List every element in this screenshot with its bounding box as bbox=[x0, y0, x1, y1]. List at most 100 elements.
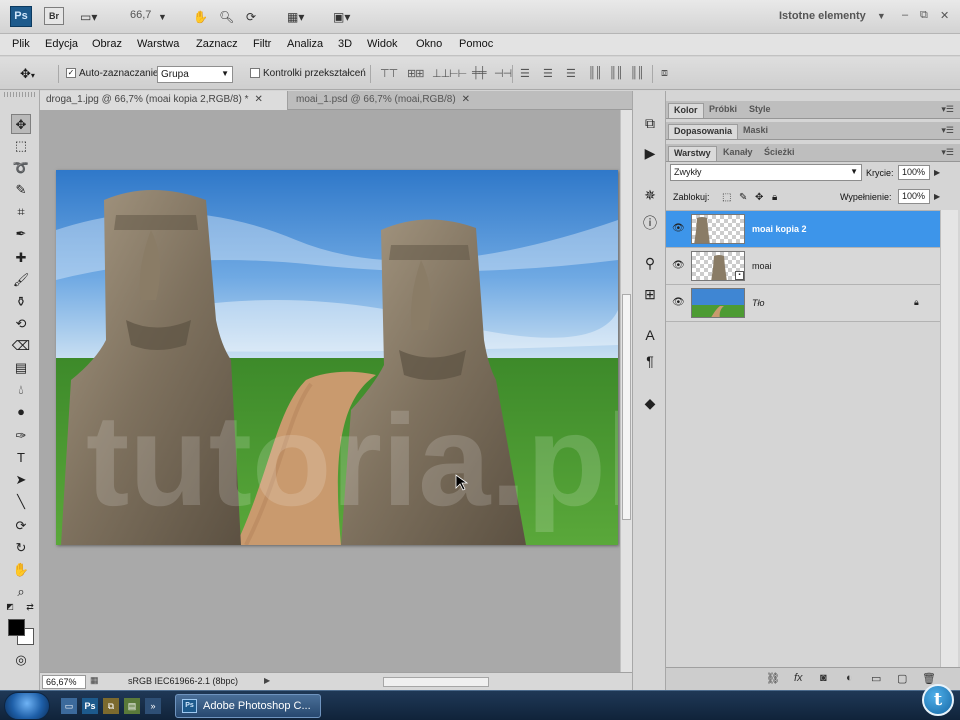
distribute-top-icon[interactable]: ☰ bbox=[520, 67, 530, 80]
menu-pomoc[interactable]: Pomoc bbox=[459, 38, 493, 50]
align-right-icon[interactable]: ⊣⊣ bbox=[494, 67, 512, 80]
healing-brush-tool-icon[interactable]: ✚ bbox=[11, 248, 31, 268]
menu-obraz[interactable]: Obraz bbox=[92, 38, 122, 50]
eye-icon[interactable]: 👁︎ bbox=[672, 223, 685, 234]
character-panel-icon[interactable]: A bbox=[640, 325, 660, 345]
eyedropper-tool-icon[interactable]: ✒ bbox=[11, 224, 31, 244]
3d-rotate-tool-icon[interactable]: ⟳ bbox=[11, 516, 31, 536]
brush-tool-icon[interactable]: 🖌︎ bbox=[11, 270, 31, 290]
quick-mask-icon[interactable]: ◎ bbox=[11, 650, 31, 670]
lock-all-icon[interactable]: 🔒︎ bbox=[772, 192, 777, 203]
menu-zaznacz[interactable]: Zaznacz bbox=[196, 38, 238, 50]
document-info-icon[interactable]: ▦ bbox=[90, 675, 99, 686]
blur-tool-icon[interactable]: 💧︎ bbox=[11, 380, 31, 400]
lasso-tool-icon[interactable]: ➰ bbox=[11, 158, 31, 178]
type-tool-icon[interactable]: T bbox=[11, 448, 31, 468]
menu-3d[interactable]: 3D bbox=[338, 38, 352, 50]
fill-slider-icon[interactable]: ▶ bbox=[934, 192, 940, 201]
fill-field[interactable]: 100% bbox=[898, 189, 930, 204]
actions-panel-icon[interactable]: ▶ bbox=[640, 143, 660, 163]
close-icon[interactable]: ✕ bbox=[254, 94, 262, 105]
menu-filtr[interactable]: Filtr bbox=[253, 38, 271, 50]
media-quicklaunch-icon[interactable]: ▤ bbox=[124, 698, 140, 714]
menu-warstwa[interactable]: Warstwa bbox=[137, 38, 179, 50]
view-extras-button[interactable]: ▭▾ bbox=[80, 8, 97, 26]
move-tool-icon[interactable]: ✥ bbox=[11, 114, 31, 134]
layer-name[interactable]: moai bbox=[752, 261, 772, 271]
align-bottom-icon[interactable]: ⊥⊥ bbox=[432, 67, 450, 80]
eraser-tool-icon[interactable]: ⌫ bbox=[11, 336, 31, 356]
auto-align-layers-icon[interactable]: ⧈ bbox=[661, 67, 668, 80]
tab-dopasowania[interactable]: Dopasowania bbox=[668, 124, 739, 139]
lock-pixels-icon[interactable]: ✎ bbox=[739, 192, 747, 203]
align-top-icon[interactable]: ⊤⊤ bbox=[380, 67, 398, 80]
panel-menu-icon[interactable]: ▾☰ bbox=[941, 147, 954, 158]
launch-bridge-button[interactable]: Br bbox=[44, 7, 64, 25]
trash-icon[interactable]: 🗑︎ bbox=[922, 672, 936, 685]
scrollbar-thumb[interactable] bbox=[622, 294, 631, 520]
history-brush-tool-icon[interactable]: ⟲ bbox=[11, 314, 31, 334]
new-layer-icon[interactable]: ▢ bbox=[897, 672, 907, 685]
distribute-left-icon[interactable]: ║║ bbox=[588, 67, 603, 79]
crop-tool-icon[interactable]: ⌗ bbox=[11, 202, 31, 222]
eye-icon[interactable]: 👁︎ bbox=[672, 297, 685, 308]
zoom-level-field[interactable]: 66,7 bbox=[130, 9, 151, 21]
foreground-color-swatch[interactable] bbox=[8, 619, 25, 636]
layer-row-tlo[interactable]: 👁︎ Tło 🔒︎ bbox=[666, 285, 940, 322]
layer-name[interactable]: Tło bbox=[752, 298, 765, 308]
lock-position-icon[interactable]: ✥ bbox=[755, 192, 763, 203]
zoom-tool-icon[interactable]: ⌕ bbox=[11, 582, 31, 602]
pen-tool-icon[interactable]: ✑ bbox=[11, 426, 31, 446]
tab-probki[interactable]: Próbki bbox=[704, 103, 742, 118]
history-panel-icon[interactable]: ⧉ bbox=[640, 113, 660, 133]
canvas-vertical-scrollbar[interactable] bbox=[620, 110, 632, 672]
auto-select-checkbox[interactable]: ✓ bbox=[66, 68, 76, 78]
3d-panel-icon[interactable]: ◆ bbox=[640, 393, 660, 413]
menu-plik[interactable]: Plik bbox=[12, 38, 30, 50]
photoshop-quicklaunch-icon[interactable]: Ps bbox=[82, 698, 98, 714]
zoom-dropdown-icon[interactable]: ▼ bbox=[158, 8, 167, 26]
lock-transparency-icon[interactable]: ⬚ bbox=[722, 192, 731, 203]
rotate-view-icon[interactable]: ⟳ bbox=[246, 8, 256, 26]
align-left-icon[interactable]: ⊢⊢ bbox=[449, 67, 467, 80]
tab-style[interactable]: Style bbox=[744, 103, 776, 118]
eye-icon[interactable]: 👁︎ bbox=[672, 260, 685, 271]
restore-button[interactable]: ⧉ bbox=[920, 9, 928, 22]
line-tool-icon[interactable]: ╲ bbox=[11, 492, 31, 512]
menu-edycja[interactable]: Edycja bbox=[45, 38, 78, 50]
layers-scrollbar[interactable] bbox=[940, 210, 958, 673]
arrange-documents-button[interactable]: ▦▾ bbox=[287, 8, 304, 26]
tab-warstwy[interactable]: Warstwy bbox=[668, 146, 717, 161]
close-button[interactable]: ✕ bbox=[940, 9, 949, 22]
panel-grip[interactable] bbox=[4, 92, 36, 97]
distribute-horizontal-center-icon[interactable]: ║║ bbox=[609, 67, 624, 79]
quick-selection-tool-icon[interactable]: ✎ bbox=[11, 180, 31, 200]
link-layers-icon[interactable]: ⛓ bbox=[766, 672, 780, 685]
workspace-switcher[interactable]: Istotne elementy ▼ bbox=[779, 10, 886, 22]
document-image[interactable]: tutoria.pl bbox=[56, 170, 618, 545]
taskbar-photoshop-button[interactable]: Ps Adobe Photoshop C... bbox=[175, 694, 321, 718]
menu-analiza[interactable]: Analiza bbox=[287, 38, 323, 50]
panel-menu-icon[interactable]: ▾☰ bbox=[941, 125, 954, 136]
hand-tool-icon[interactable]: ✋ bbox=[193, 8, 208, 26]
transform-controls-checkbox[interactable] bbox=[250, 68, 260, 78]
clone-stamp-tool-icon[interactable]: ⚱ bbox=[11, 292, 31, 312]
close-icon[interactable]: ✕ bbox=[462, 94, 470, 105]
dodge-tool-icon[interactable]: ● bbox=[11, 402, 31, 422]
opacity-slider-icon[interactable]: ▶ bbox=[934, 168, 940, 177]
align-vertical-center-icon[interactable]: ⊞⊞ bbox=[407, 67, 424, 80]
document-canvas-area[interactable]: tutoria.pl bbox=[40, 110, 620, 672]
distribute-vertical-center-icon[interactable]: ☰ bbox=[543, 67, 553, 80]
panel-menu-icon[interactable]: ▾☰ bbox=[941, 104, 954, 115]
layer-name[interactable]: moai kopia 2 bbox=[752, 224, 807, 234]
zoom-tool-icon[interactable]: 🔍︎ bbox=[219, 8, 234, 26]
layer-row-moai-kopia-2[interactable]: 👁︎ moai kopia 2 bbox=[666, 211, 940, 248]
tab-kanaly[interactable]: Kanały bbox=[718, 146, 758, 161]
info-panel-icon[interactable]: ⓘ bbox=[640, 213, 660, 233]
marquee-tool-icon[interactable]: ⬚ bbox=[11, 136, 31, 156]
auto-select-dropdown[interactable]: Grupa ▼ bbox=[157, 66, 233, 83]
brushes-panel-icon[interactable]: ⊞ bbox=[640, 284, 660, 304]
menu-widok[interactable]: Widok bbox=[367, 38, 398, 50]
tab-sciezki[interactable]: Ścieżki bbox=[759, 146, 800, 161]
path-selection-tool-icon[interactable]: ➤ bbox=[11, 470, 31, 490]
